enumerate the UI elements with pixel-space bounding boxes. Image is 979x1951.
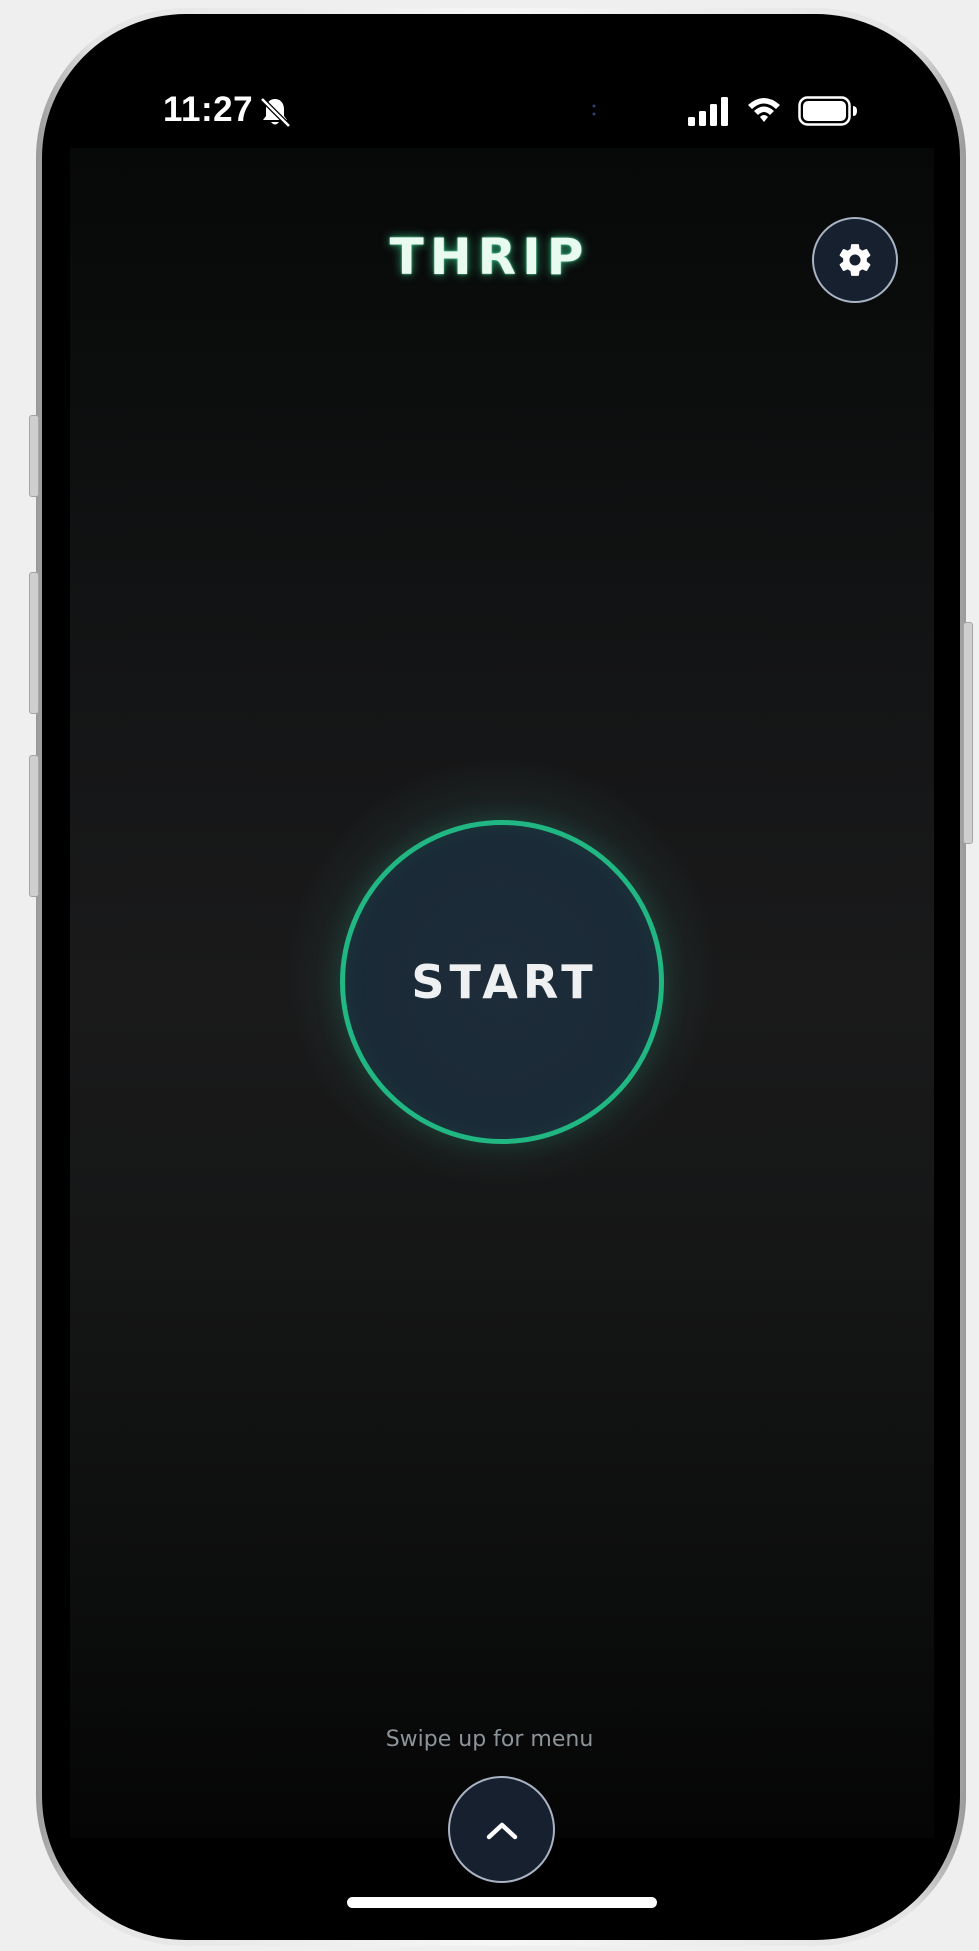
start-label: START <box>411 955 598 1009</box>
start-button[interactable]: START <box>340 820 664 1144</box>
chevron-up-icon <box>486 1822 517 1839</box>
menu-button[interactable] <box>448 1776 555 1883</box>
action-button <box>29 415 39 497</box>
power-button <box>963 622 973 844</box>
swipe-hint: Swipe up for menu <box>385 1727 594 1752</box>
home-indicator[interactable] <box>347 1897 657 1908</box>
gear-icon <box>839 244 871 276</box>
battery-icon <box>798 96 857 126</box>
signal-bars-icon <box>688 97 728 126</box>
volume-up-button <box>29 572 39 714</box>
camera-indicator-icon <box>592 104 596 116</box>
settings-button[interactable] <box>812 217 898 303</box>
status-time: 11:27 <box>163 90 254 129</box>
wifi-icon <box>748 98 780 122</box>
volume-down-button <box>29 755 39 897</box>
bell-slash-icon <box>260 97 291 128</box>
